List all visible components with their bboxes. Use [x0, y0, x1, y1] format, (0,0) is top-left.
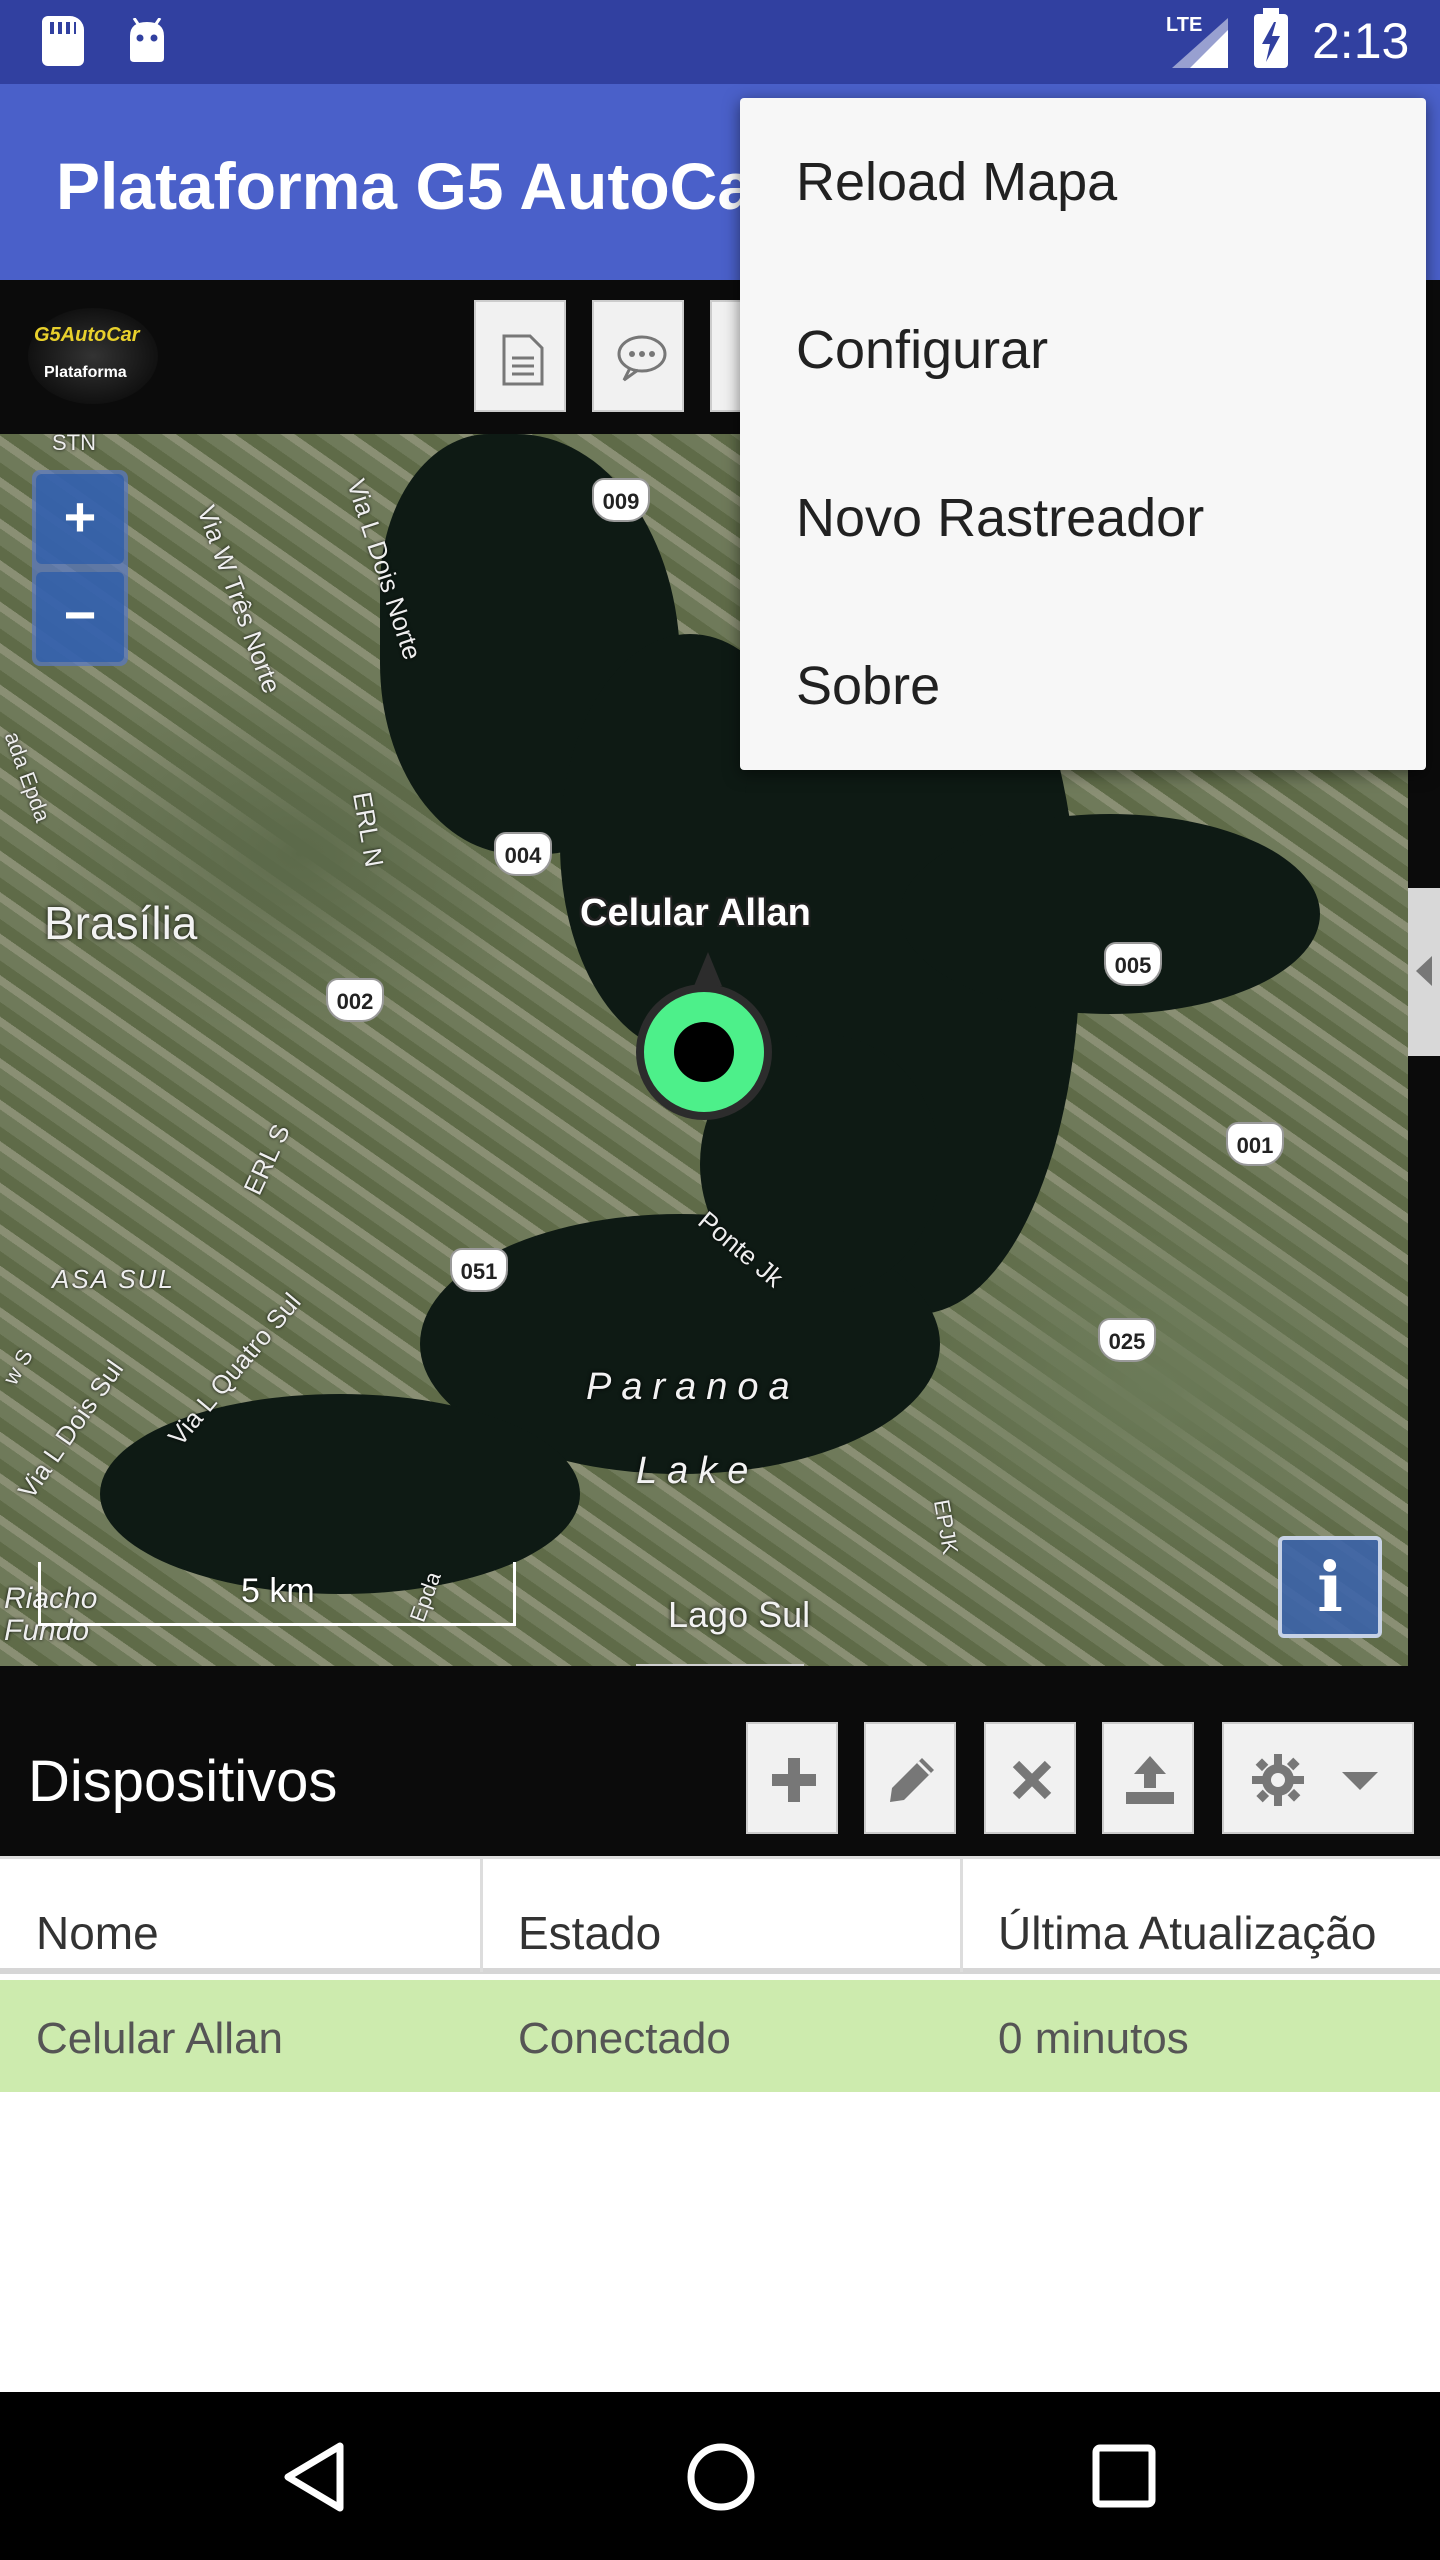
sd-card-icon	[42, 16, 84, 66]
marker-label: Celular Allan	[580, 892, 811, 934]
map-label-brasilia: Brasília	[44, 897, 198, 949]
road-badge: 009	[592, 478, 650, 522]
menu-item-configure[interactable]: Configurar	[740, 266, 1426, 434]
messages-button[interactable]	[592, 300, 684, 412]
column-divider	[960, 1856, 963, 1972]
plus-icon	[772, 1758, 816, 1802]
document-icon	[502, 334, 544, 386]
road-badge: 004	[494, 832, 552, 876]
info-button[interactable]: i	[1278, 1536, 1382, 1638]
scale-bar: 5 km	[38, 1562, 516, 1626]
caret-down-icon	[1342, 1772, 1378, 1790]
map-label-ada-epda: ada Epda	[0, 728, 56, 826]
column-header-state[interactable]: Estado	[518, 1906, 661, 1960]
close-icon	[1012, 1760, 1052, 1800]
navigation-bar	[0, 2392, 1440, 2560]
device-settings-dropdown[interactable]	[1222, 1722, 1414, 1834]
column-divider	[480, 1856, 483, 1972]
add-device-button[interactable]	[746, 1722, 838, 1834]
road-badge: 051	[450, 1248, 508, 1292]
upload-icon	[1126, 1756, 1174, 1804]
map-label-lago-sul: Lago Sul	[668, 1594, 811, 1635]
map-label-erl-s: ERL S	[237, 1119, 296, 1200]
menu-item-new-tracker[interactable]: Novo Rastreador	[740, 434, 1426, 602]
cell-device-state: Conectado	[518, 2014, 731, 2063]
zoom-out-button[interactable]: −	[36, 572, 124, 662]
overflow-menu: Reload Mapa Configurar Novo Rastreador S…	[740, 98, 1426, 770]
signal-icon	[1172, 18, 1228, 68]
road-badge: 002	[326, 978, 384, 1022]
map-label-erl-n: ERL N	[346, 789, 390, 870]
home-icon[interactable]	[686, 2442, 756, 2512]
zoom-in-button[interactable]: +	[36, 474, 124, 564]
chat-bubble-icon	[617, 335, 667, 382]
map-label-stn: STN	[52, 434, 96, 455]
back-icon[interactable]	[282, 2442, 346, 2512]
remove-device-button[interactable]	[984, 1722, 1076, 1834]
menu-item-about[interactable]: Sobre	[740, 602, 1426, 770]
column-header-name[interactable]: Nome	[36, 1906, 159, 1960]
logo-text-top: G5AutoCar	[34, 324, 140, 346]
lake-area	[900, 814, 1320, 1014]
report-button[interactable]	[474, 300, 566, 412]
pencil-icon	[890, 1758, 934, 1802]
map-label-w-s: w S	[0, 1344, 38, 1389]
map-label-asa-sul: ASA SUL	[52, 1264, 175, 1294]
clock: 2:13	[1312, 13, 1410, 69]
map-label-paranoa: Paranoa	[586, 1366, 800, 1408]
zoom-control: + −	[32, 470, 128, 666]
road-badge: 005	[1104, 942, 1162, 986]
chevron-left-icon	[1416, 956, 1432, 986]
app-title: Plataforma G5 AutoCar	[56, 149, 780, 223]
android-icon	[130, 18, 164, 62]
recents-icon[interactable]	[1092, 2444, 1156, 2508]
marker-pointer	[694, 952, 722, 986]
status-bar: LTE 2:13	[0, 0, 1440, 84]
devices-title: Dispositivos	[28, 1749, 338, 1814]
map-label-via-w3: Via W Três Norte	[191, 501, 288, 698]
map-label-epjk: EPJK	[928, 1497, 964, 1557]
device-marker[interactable]	[636, 984, 772, 1120]
menu-item-reload-map[interactable]: Reload Mapa	[740, 98, 1426, 266]
brand-logo: G5AutoCar Plataforma	[28, 308, 158, 404]
road-badge: 001	[1226, 1122, 1284, 1166]
cell-device-updated: 0 minutos	[998, 2014, 1189, 2063]
edit-device-button[interactable]	[864, 1722, 956, 1834]
upload-button[interactable]	[1102, 1722, 1194, 1834]
logo-text-bottom: Plataforma	[44, 364, 127, 381]
battery-charging-icon	[1254, 8, 1288, 68]
expand-side-panel-handle[interactable]	[1408, 888, 1440, 1056]
road-badge: 025	[1098, 1318, 1156, 1362]
column-header-last-update[interactable]: Última Atualização	[998, 1906, 1376, 1960]
cell-device-name: Celular Allan	[36, 2014, 284, 2063]
scale-label: 5 km	[241, 1572, 315, 1610]
gear-icon	[1252, 1754, 1304, 1806]
map-label-lake: Lake	[636, 1450, 759, 1492]
